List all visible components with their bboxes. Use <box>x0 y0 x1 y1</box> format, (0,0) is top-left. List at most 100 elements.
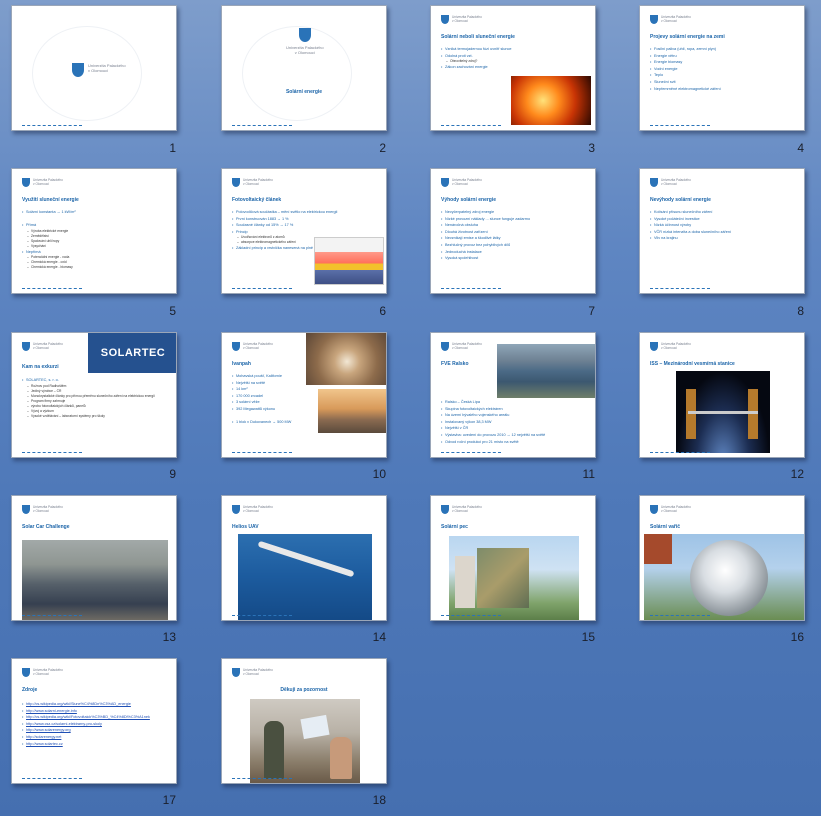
institution-name: Univerzita Palackého v Olomouci <box>452 505 482 513</box>
slide-number-7: 7 <box>588 304 595 318</box>
bullet-item: Dlouhá životnost zařízení <box>441 229 589 236</box>
bullet-list: SOLARTEC, s. r. o. Rožnov pod Radhoštěm … <box>22 377 170 419</box>
slide-footer <box>22 125 82 126</box>
slide-number-16: 16 <box>790 630 804 644</box>
cooker-dish <box>690 540 768 616</box>
bullet-item: VČR nízká intenzita a doba slunečního zá… <box>650 229 798 236</box>
slide-title: ISS – Mezinárodní vesmírná stanice <box>650 361 735 367</box>
person-figure <box>264 721 284 779</box>
bullet-list: Vzniká termojadernou fúzí uvnitř slunce … <box>441 46 589 71</box>
slide-thumbnail-8[interactable]: Univerzita Palackého v Olomouci Nevýhody … <box>639 168 805 294</box>
slide-footer <box>22 452 82 453</box>
slide-title: Solar Car Challenge <box>22 524 70 530</box>
slide-thumbnail-9[interactable]: Univerzita Palackého v Olomouci SOLARTEC … <box>11 332 177 458</box>
slide-thumbnail-17[interactable]: Univerzita Palackéhov Olomouci Zdroje ht… <box>11 658 177 784</box>
bullet-item: Ralsko – Česká Lípa <box>441 399 589 406</box>
slide-number-15: 15 <box>581 630 595 644</box>
university-logo-icon <box>650 15 658 24</box>
slide-footer <box>232 125 292 126</box>
source-link[interactable]: http://www.csz.cz/solarni-elektrarny-pro… <box>22 721 170 728</box>
slide-title: Výhody solární energie <box>441 197 497 203</box>
slide-thumbnail-15[interactable]: Univerzita Palackého v Olomouci Solární p… <box>430 495 596 621</box>
slide-footer <box>650 125 710 126</box>
bullet-list: Nevyčerpatelný zdroj energie Nízké provo… <box>441 209 589 262</box>
slide-thumbnail-18[interactable]: Univerzita Palackého v Olomouci Děkuji za… <box>221 658 387 784</box>
slide-thumbnail-16[interactable]: Univerzita Palackého v Olomouci Solární v… <box>639 495 805 621</box>
bullet-item: Nepřemrněné elektromagnetické záření <box>650 86 798 93</box>
slide-title: Děkuji za pozornost <box>280 687 328 693</box>
slide-thumbnail-14[interactable]: Univerzita Palackého v Olomouci Helios UA… <box>221 495 387 621</box>
slide-thumbnail-11[interactable]: Univerzita Palackého v Olomouci FVE Ralsk… <box>430 332 596 458</box>
slide-thumbnail-6[interactable]: Univerzita Palackého v Olomouci Fotovolta… <box>221 168 387 294</box>
bullet-item: Sluneční svit <box>650 79 798 86</box>
bullet-item: První konstruován 1883 → 1 % <box>232 216 380 223</box>
bullet-item: Kolísání přísunu slunečního záření <box>650 209 798 216</box>
bullet-item: Nevyčerpatelný zdroj energie <box>441 209 589 216</box>
bullet-item: Polovodičová součástka – mění světlo na … <box>232 209 380 216</box>
slide-title: Solární vařič <box>650 524 681 530</box>
bullet-item: Nepřímá <box>22 249 170 256</box>
slide-title: Zdroje <box>22 687 38 693</box>
slide-footer <box>232 452 292 453</box>
slide-thumbnail-3[interactable]: Univerzita Palackého v Olomouci Solární n… <box>430 5 596 131</box>
source-link[interactable]: http://www.solartec.cz <box>22 741 170 748</box>
institution-name: Univerzita Palackého v Olomouci <box>661 342 691 350</box>
slide-number-8: 8 <box>797 304 804 318</box>
university-logo-icon <box>650 342 658 351</box>
source-link[interactable]: http://cs.wikipedia.org/wiki/Fotovoltaic… <box>22 714 170 721</box>
slide-thumbnail-2[interactable]: Univerzita Palackého v Olomouci Solární e… <box>221 5 387 131</box>
slide-title: Solární energie <box>285 89 323 95</box>
slide-number-2: 2 <box>379 141 386 155</box>
slide-thumbnail-13[interactable]: Univerzita Palackého v Olomouci Solar Car… <box>11 495 177 621</box>
bullet-item: Vzniká termojadernou fúzí uvnitř slunce <box>441 46 589 53</box>
bullet-list: Ralsko – Česká Lípa Skupina fotovoltaick… <box>441 399 589 445</box>
bullet-item: Zákon zachování energie <box>441 64 589 71</box>
slide-number-9: 9 <box>169 467 176 481</box>
source-link[interactable]: http://www.solarenergy.org <box>22 727 170 734</box>
thank-you-photo <box>250 699 360 783</box>
sun-flare-image <box>511 76 591 125</box>
slide-footer <box>441 125 501 126</box>
institution-name: Univerzita Palackého v Olomouci <box>452 342 482 350</box>
slide-title: Využití sluneční energie <box>22 197 79 203</box>
bullet-item: Energie větru <box>650 53 798 60</box>
solar-farm-photo <box>497 344 595 398</box>
university-logo-icon <box>72 63 84 77</box>
helios-wing <box>257 540 355 578</box>
slide-thumbnail-4[interactable]: Univerzita Palackého v Olomouci Projevy s… <box>639 5 805 131</box>
iss-solar-panel <box>748 389 758 439</box>
slide-footer <box>22 778 82 779</box>
slide-footer <box>441 288 501 289</box>
house-roof <box>644 534 672 564</box>
slide-title: Helios UAV <box>232 524 259 530</box>
bullet-item: Odolná proti vzt. <box>441 53 589 60</box>
university-logo-icon <box>22 505 30 514</box>
slide-thumbnail-7[interactable]: Univerzita Palackého v Olomouci Výhody so… <box>430 168 596 294</box>
furnace-building <box>455 556 475 608</box>
source-link-list: http://cs.wikipedia.org/wiki/Slune%C4%8D… <box>22 701 170 747</box>
source-link[interactable]: http://solarenergy.net <box>22 734 170 741</box>
slide-number-3: 3 <box>588 141 595 155</box>
slide-thumbnail-5[interactable]: Univerzita Palackého v Olomouci Využití s… <box>11 168 177 294</box>
slide-title: Projevy solární energie na zemi <box>650 34 725 40</box>
bullet-item: Nevznikají emise a škodlivé látky <box>441 235 589 242</box>
slide-thumbnail-10[interactable]: Univerzita Palackéhov Olomouci Ivanpah M… <box>221 332 387 458</box>
slide-footer <box>650 452 710 453</box>
slide-footer <box>650 615 710 616</box>
slide-footer <box>441 452 501 453</box>
bullet-item: SOLARTEC, s. r. o. <box>22 377 170 384</box>
bullet-item: Současné články od 15% → 17 % <box>232 222 380 229</box>
university-logo-icon <box>22 668 30 677</box>
slide-number-14: 14 <box>372 630 386 644</box>
university-logo-icon <box>22 342 30 351</box>
university-logo-icon <box>441 505 449 514</box>
university-logo-icon <box>441 342 449 351</box>
slide-thumbnail-12[interactable]: Univerzita Palackého v Olomouci ISS – Mez… <box>639 332 805 458</box>
bullet-list: Kolísání přísunu slunečního záření Vysok… <box>650 209 798 242</box>
source-link[interactable]: http://www.solarni-energie.info <box>22 708 170 715</box>
slide-number-18: 18 <box>372 793 386 807</box>
slide-thumbnail-1[interactable]: Univerzita Palackého v Olomouci <box>11 5 177 131</box>
ivanpah-aerial-photo <box>306 333 386 385</box>
bullet-list: Fosilní paliva (uhlí, ropa, zemní plyn) … <box>650 46 798 92</box>
source-link[interactable]: http://cs.wikipedia.org/wiki/Slune%C4%8D… <box>22 701 170 708</box>
